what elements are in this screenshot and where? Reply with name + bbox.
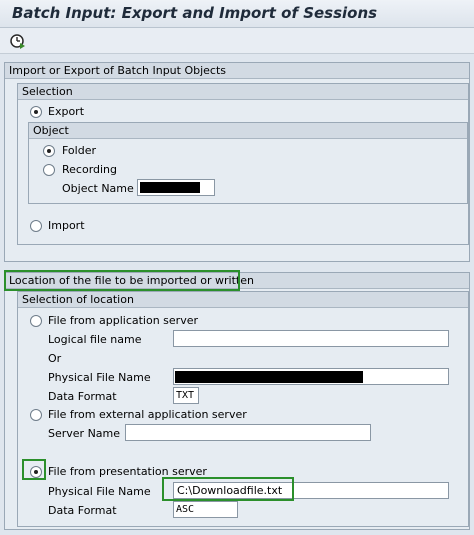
frame-import-export: Import or Export of Batch Input Objects … — [4, 62, 470, 262]
recording-radio[interactable] — [43, 164, 55, 176]
object-group-title: Object — [29, 123, 467, 139]
frame-import-export-title: Import or Export of Batch Input Objects — [5, 63, 469, 79]
highlight-presentation-radio — [22, 459, 46, 480]
selection-group: Selection Export Object Folder Recording… — [17, 83, 469, 245]
pres-data-format-label: Data Format — [48, 504, 117, 517]
recording-label: Recording — [62, 163, 118, 176]
or-label: Or — [48, 352, 62, 365]
pres-data-format-input[interactable]: ASC — [173, 501, 238, 518]
toolbar — [0, 28, 474, 54]
pres-physical-file-label: Physical File Name — [48, 485, 151, 498]
export-radio[interactable] — [30, 106, 42, 118]
execute-clock-icon[interactable] — [8, 32, 26, 50]
selection-location-title: Selection of location — [18, 292, 468, 308]
object-group: Object Folder Recording Object Name — [28, 122, 468, 204]
server-name-input[interactable] — [125, 424, 371, 441]
physical-file-label: Physical File Name — [48, 371, 151, 384]
data-format-label: Data Format — [48, 390, 117, 403]
object-name-label: Object Name — [62, 182, 134, 195]
folder-radio[interactable] — [43, 145, 55, 157]
ext-server-label: File from external application server — [48, 408, 247, 421]
redaction-bar — [175, 371, 363, 383]
logical-file-label: Logical file name — [48, 333, 142, 346]
app-server-label: File from application server — [48, 314, 198, 327]
ext-server-radio[interactable] — [30, 409, 42, 421]
selection-group-title: Selection — [18, 84, 468, 100]
data-format-input[interactable]: TXT — [173, 387, 199, 404]
highlight-physical-file-value — [162, 477, 294, 501]
import-radio[interactable] — [30, 220, 42, 232]
export-label: Export — [48, 105, 85, 118]
window-title: Batch Input: Export and Import of Sessio… — [12, 4, 378, 22]
redaction-bar — [140, 182, 200, 193]
folder-label: Folder — [62, 144, 96, 157]
highlight-location-title — [4, 270, 240, 291]
title-bar: Batch Input: Export and Import of Sessio… — [0, 0, 474, 28]
server-name-label: Server Name — [48, 427, 121, 440]
logical-file-input[interactable] — [173, 330, 449, 347]
import-label: Import — [48, 219, 85, 232]
app-server-radio[interactable] — [30, 315, 42, 327]
